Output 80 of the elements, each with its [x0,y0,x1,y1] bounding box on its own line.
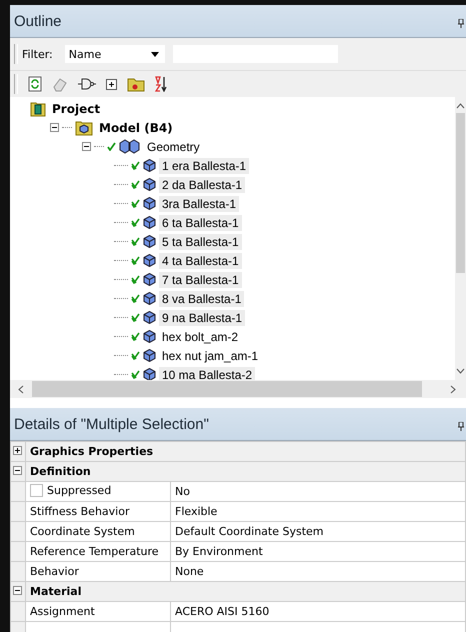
cube-icon [143,159,156,172]
check-icon [131,199,140,208]
check-icon [131,275,140,284]
check-icon [107,142,116,151]
tree-item[interactable]: Model (B4) [96,120,176,136]
checkbox[interactable] [30,484,43,496]
tree-item[interactable]: 3ra Ballesta-1 [159,196,240,212]
check-icon [131,256,140,265]
collapse-icon[interactable] [50,123,59,132]
tree-item[interactable]: 10 ma Ballesta-2 [159,366,256,380]
tree-item[interactable]: Project [49,100,104,116]
section-header[interactable]: Material [26,582,466,602]
expand-all-icon[interactable] [106,78,117,90]
tree-item[interactable]: 4 ta Ballesta-1 [159,252,242,268]
check-icon [131,370,140,379]
filter-dropdown[interactable]: Name [64,45,165,63]
horizontal-scrollbar[interactable] [10,380,466,398]
cubes-icon [119,139,141,154]
folder-cube-icon [75,120,93,136]
tree-item[interactable]: 9 na Ballesta-1 [159,310,246,326]
gate-icon[interactable] [78,77,96,91]
check-icon [131,237,140,246]
panel-title: Outline [14,12,62,30]
cube-icon [143,311,156,324]
property-name: Behavior [30,565,79,578]
collapse-icon[interactable] [13,586,22,595]
cube-icon [143,349,156,362]
check-icon [131,294,140,303]
property-name: Stiffness Behavior [30,505,130,518]
cube-icon [143,254,156,267]
tree-item[interactable]: 5 ta Ballesta-1 [159,234,242,250]
sort-icon[interactable] [155,76,167,92]
tree-item[interactable]: 6 ta Ballesta-1 [159,214,242,230]
tree-item[interactable]: 2 da Ballesta-1 [159,176,246,192]
section-header[interactable]: Definition [26,462,466,482]
folder-icon[interactable] [127,76,145,92]
folder-book-icon [30,100,46,116]
scroll-right-icon[interactable] [450,384,456,394]
cube-icon [143,178,156,191]
tree-item[interactable]: 7 ta Ballesta-1 [159,272,242,288]
cube-icon [143,292,156,305]
check-icon [131,332,140,341]
tree-item[interactable]: hex nut jam_am-1 [159,348,262,364]
property-value[interactable]: By Environment [170,542,466,562]
pin-icon[interactable] [458,422,464,431]
scroll-left-icon[interactable] [18,384,24,394]
cube-icon [143,197,156,210]
section-header[interactable]: Graphics Properties [26,442,466,462]
expand-icon[interactable] [13,446,22,455]
scroll-down-icon[interactable] [456,368,465,374]
check-icon [131,161,140,170]
cube-icon [143,235,156,248]
property-name: Coordinate System [30,525,135,538]
collapse-icon[interactable] [13,466,22,475]
panel-title: Details of "Multiple Selection" [14,416,209,432]
cube-icon [143,216,156,229]
property-value[interactable]: Default Coordinate System [170,522,466,542]
cube-icon [143,368,156,380]
check-icon [131,218,140,227]
refresh-icon[interactable] [28,76,42,92]
property-value[interactable]: No [170,482,466,502]
tree-item[interactable]: Geometry [144,138,203,154]
cube-icon [143,330,156,343]
property-name: Assignment [30,605,95,618]
property-name: Suppressed [47,484,112,496]
property-value[interactable]: ACERO AISI 5160 [170,602,466,622]
property-value[interactable]: Flexible [170,502,466,522]
property-name: Reference Temperature [30,545,159,558]
tree-item[interactable]: hex bolt_am-2 [159,328,242,344]
caret-icon [150,52,159,56]
tree-item[interactable]: 1 era Ballesta-1 [159,158,250,174]
check-icon [131,180,140,189]
tree-item[interactable]: 8 va Ballesta-1 [159,290,244,306]
collapse-icon[interactable] [82,142,91,151]
scroll-up-icon[interactable] [456,103,465,109]
cube-icon [143,273,156,286]
check-icon [131,351,140,360]
check-icon [131,313,140,322]
filter-label: Filter: [22,48,53,60]
pin-icon[interactable] [458,19,464,28]
